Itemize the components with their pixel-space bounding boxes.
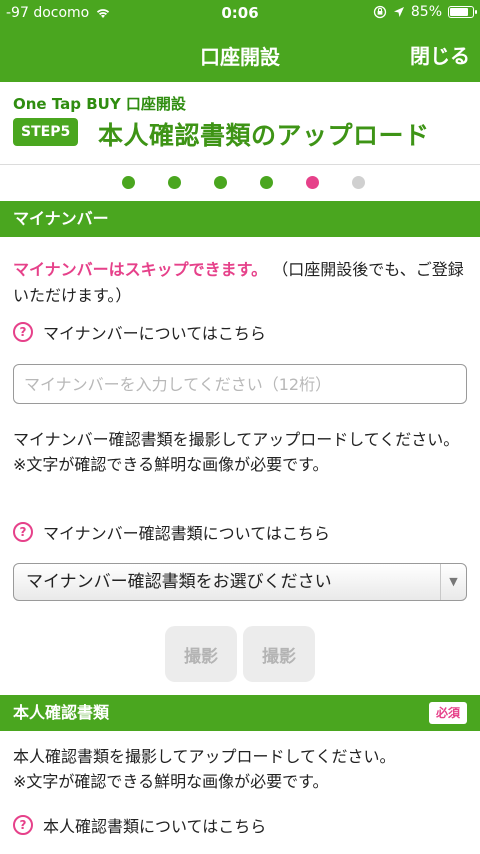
nav-bar: 口座開設 閉じる	[0, 28, 480, 82]
step-dot	[352, 176, 365, 189]
status-right: 85%	[373, 4, 477, 20]
page-header: One Tap BUY 口座開設 STEP5 本人確認書類のアップロード	[0, 82, 480, 166]
required-badge: 必須	[428, 702, 467, 724]
section-title-mynumber: マイナンバー	[13, 209, 109, 228]
section-header-identity: 本人確認書類 必須	[0, 695, 480, 731]
step-dot	[168, 176, 181, 189]
mynumber-clarity-note: ※文字が確認できる鮮明な画像が必要です。	[13, 455, 329, 474]
mynumber-upload-instruction: マイナンバー確認書類を撮影してアップロードしてください。	[13, 430, 460, 449]
step-dot	[214, 176, 227, 189]
close-button[interactable]: 閉じる	[410, 40, 470, 69]
identity-upload-instruction: 本人確認書類を撮影してアップロードしてください。	[13, 747, 396, 766]
battery-icon	[448, 6, 477, 18]
shoot-button-2[interactable]: 撮影	[243, 626, 315, 682]
step-badge: STEP5	[13, 118, 79, 146]
section-header-mynumber: マイナンバー	[0, 201, 480, 237]
help-icon: ?	[13, 522, 33, 542]
mynumber-doc-help-link[interactable]: ? マイナンバー確認書類についてはこちら	[13, 520, 330, 544]
step-progress	[0, 176, 480, 190]
identity-help-label: 本人確認書類についてはこちら	[43, 817, 267, 836]
mynumber-help-label: マイナンバーについてはこちら	[43, 324, 266, 343]
location-arrow-icon	[393, 7, 404, 17]
mynumber-doc-select-value: マイナンバー確認書類をお選びください	[26, 572, 332, 592]
skip-notice-highlight: マイナンバーはスキップできます。	[13, 260, 268, 279]
divider	[0, 164, 480, 165]
identity-instructions: 本人確認書類を撮影してアップロードしてください。 ※文字が確認できる鮮明な画像が…	[13, 744, 468, 794]
shoot-button-1[interactable]: 撮影	[165, 626, 237, 682]
identity-clarity-note: ※文字が確認できる鮮明な画像が必要です。	[13, 772, 329, 791]
help-icon: ?	[13, 322, 33, 342]
battery-fill	[450, 8, 468, 16]
mynumber-doc-help-label: マイナンバー確認書類についてはこちら	[43, 524, 330, 543]
status-bar: -97 docomo 0:06 85%	[0, 0, 480, 28]
rotation-lock-icon	[373, 5, 387, 19]
mynumber-input[interactable]	[13, 364, 467, 404]
section-title-identity: 本人確認書類	[13, 703, 110, 722]
chevron-down-icon: ▼	[440, 564, 466, 600]
page-title: 本人確認書類のアップロード	[98, 121, 430, 150]
page-subtitle: One Tap BUY 口座開設	[13, 95, 186, 113]
mynumber-doc-select[interactable]: マイナンバー確認書類をお選びください ▼	[13, 563, 467, 601]
mynumber-help-link[interactable]: ? マイナンバーについてはこちら	[13, 320, 266, 344]
step-dot	[260, 176, 273, 189]
step-dot	[122, 176, 135, 189]
nav-title: 口座開設	[200, 45, 280, 69]
help-icon: ?	[13, 815, 33, 835]
battery-percent: 85%	[410, 4, 442, 20]
identity-help-link[interactable]: ? 本人確認書類についてはこちら	[13, 813, 266, 837]
step-dot	[306, 176, 319, 189]
mynumber-instructions: マイナンバー確認書類を撮影してアップロードしてください。 ※文字が確認できる鮮明…	[13, 427, 468, 477]
skip-notice: マイナンバーはスキップできます。 （口座開設後でも、ご登録いただけます。）	[13, 257, 468, 309]
